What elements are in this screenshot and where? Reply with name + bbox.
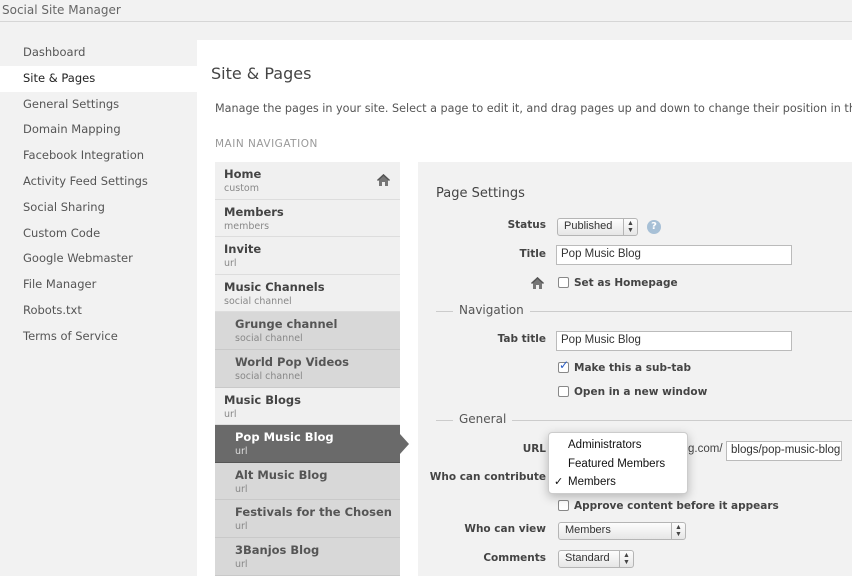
updown-arrows-icon: ▲ ▼ <box>619 551 633 567</box>
page-item-music-blogs[interactable]: Music Blogs url <box>215 387 400 426</box>
navigation-legend: Navigation <box>453 303 530 317</box>
page-name: Festivals for the Chosen <box>235 505 392 520</box>
page-item-3banjos-blog[interactable]: 3Banjos Blog url <box>215 537 400 576</box>
set-homepage-label: Set as Homepage <box>574 277 678 289</box>
page-list: Home custom Members members Invite url M… <box>215 162 409 576</box>
sidebar-item-file-manager[interactable]: File Manager <box>0 272 197 298</box>
page-item-pop-music-blog[interactable]: Pop Music Blog url <box>215 425 409 463</box>
page-name: Music Channels <box>224 279 325 294</box>
sidebar-item-site-pages[interactable]: Site & Pages <box>0 65 197 92</box>
sidebar-item-social-sharing[interactable]: Social Sharing <box>0 195 197 221</box>
page-type: url <box>235 558 248 570</box>
status-select-value: Published <box>564 220 613 232</box>
sidebar-item-activity-feed-settings[interactable]: Activity Feed Settings <box>0 169 197 195</box>
home-icon <box>376 172 391 191</box>
page-type: members <box>224 220 270 232</box>
main-navigation-label: MAIN NAVIGATION <box>215 138 318 150</box>
page-name: 3Banjos Blog <box>235 542 320 557</box>
page-item-members[interactable]: Members members <box>215 199 400 238</box>
help-icon[interactable]: ? <box>647 220 661 234</box>
sidebar-item-domain-mapping[interactable]: Domain Mapping <box>0 117 197 143</box>
option-label: Administrators <box>568 439 642 451</box>
page-type: url <box>224 258 237 270</box>
page-item-invite[interactable]: Invite url <box>215 237 400 275</box>
sidebar-item-terms-of-service[interactable]: Terms of Service <box>0 324 197 350</box>
page-item-home[interactable]: Home custom <box>215 162 400 200</box>
comments-select-value: Standard <box>565 552 610 564</box>
settings-title: Page Settings <box>436 186 525 201</box>
tab-title-input[interactable]: Pop Music Blog <box>556 331 792 351</box>
page-name: Invite <box>224 242 262 257</box>
set-homepage-checkbox[interactable] <box>558 277 569 288</box>
view-select[interactable]: Members ▲ ▼ <box>558 522 686 540</box>
page-type: social channel <box>224 295 292 307</box>
page-item-alt-music-blog[interactable]: Alt Music Blog url <box>215 462 400 501</box>
page-type: social channel <box>235 370 303 382</box>
page-name: Home <box>224 167 262 181</box>
page-type: url <box>235 521 248 533</box>
page-name: Grunge channel <box>235 317 338 332</box>
dropdown-option-administrators[interactable]: Administrators <box>549 436 687 455</box>
sidebar-item-facebook-integration[interactable]: Facebook Integration <box>0 143 197 169</box>
contribute-dropdown-menu: Administrators Featured Members ✓ Member… <box>548 432 688 494</box>
comments-label: Comments <box>483 552 546 564</box>
page-name: Alt Music Blog <box>235 467 328 482</box>
dropdown-option-members[interactable]: ✓ Members <box>549 473 687 492</box>
home-icon <box>530 275 545 294</box>
url-label: URL <box>522 443 546 455</box>
approve-checkbox[interactable] <box>558 500 569 511</box>
new-window-label: Open in a new window <box>574 386 708 398</box>
page-type: custom <box>224 183 259 194</box>
tab-title-label: Tab title <box>497 333 546 345</box>
url-domain: g.com/ <box>688 443 723 455</box>
page-name: Pop Music Blog <box>235 430 334 445</box>
status-select[interactable]: Published ▲ ▼ <box>557 218 638 236</box>
url-input[interactable]: blogs/pop-music-blog <box>726 441 842 461</box>
sidebar-item-google-webmaster[interactable]: Google Webmaster <box>0 246 197 272</box>
page-type: url <box>235 446 248 458</box>
updown-arrows-icon: ▲ ▼ <box>623 219 637 235</box>
new-window-checkbox[interactable] <box>558 386 569 397</box>
dropdown-option-featured-members[interactable]: Featured Members <box>549 455 687 474</box>
option-label: Members <box>568 476 616 488</box>
updown-arrows-icon: ▲ ▼ <box>671 523 685 539</box>
page-name: Members <box>224 204 284 219</box>
page-description: Manage the pages in your site. Select a … <box>215 102 852 115</box>
page-item-music-channels[interactable]: Music Channels social channel <box>215 274 400 313</box>
approve-label: Approve content before it appears <box>574 500 779 512</box>
page-name: World Pop Videos <box>235 354 350 369</box>
page-name: Music Blogs <box>224 392 301 407</box>
sidebar-item-general-settings[interactable]: General Settings <box>0 92 197 118</box>
subtab-label: Make this a sub-tab <box>574 362 691 374</box>
sidebar-item-robots-txt[interactable]: Robots.txt <box>0 298 197 324</box>
page-item-world-pop-videos[interactable]: World Pop Videos social channel <box>215 349 400 388</box>
left-nav: Dashboard Site & Pages General Settings … <box>0 40 197 350</box>
check-icon: ✓ <box>554 476 564 488</box>
comments-select[interactable]: Standard ▲ ▼ <box>558 550 634 568</box>
page-type: social channel <box>235 333 303 345</box>
subtab-checkbox[interactable] <box>558 358 569 373</box>
page-item-grunge-channel[interactable]: Grunge channel social channel <box>215 312 400 350</box>
page-type: url <box>235 483 248 495</box>
page-title: Site & Pages <box>211 64 312 83</box>
title-input[interactable]: Pop Music Blog <box>556 245 792 265</box>
status-label: Status <box>507 219 546 231</box>
option-label: Featured Members <box>568 457 666 470</box>
page-type: url <box>224 408 237 420</box>
sidebar-item-custom-code[interactable]: Custom Code <box>0 221 197 247</box>
page-item-festivals-for-the-chosen[interactable]: Festivals for the Chosen url <box>215 500 400 538</box>
view-label: Who can view <box>464 523 546 535</box>
view-select-value: Members <box>565 524 611 536</box>
title-label: Title <box>519 248 546 260</box>
sidebar-item-dashboard[interactable]: Dashboard <box>0 40 197 66</box>
app-title: Social Site Manager <box>0 0 852 22</box>
contribute-label: Who can contribute <box>429 471 546 483</box>
general-legend: General <box>453 412 513 426</box>
